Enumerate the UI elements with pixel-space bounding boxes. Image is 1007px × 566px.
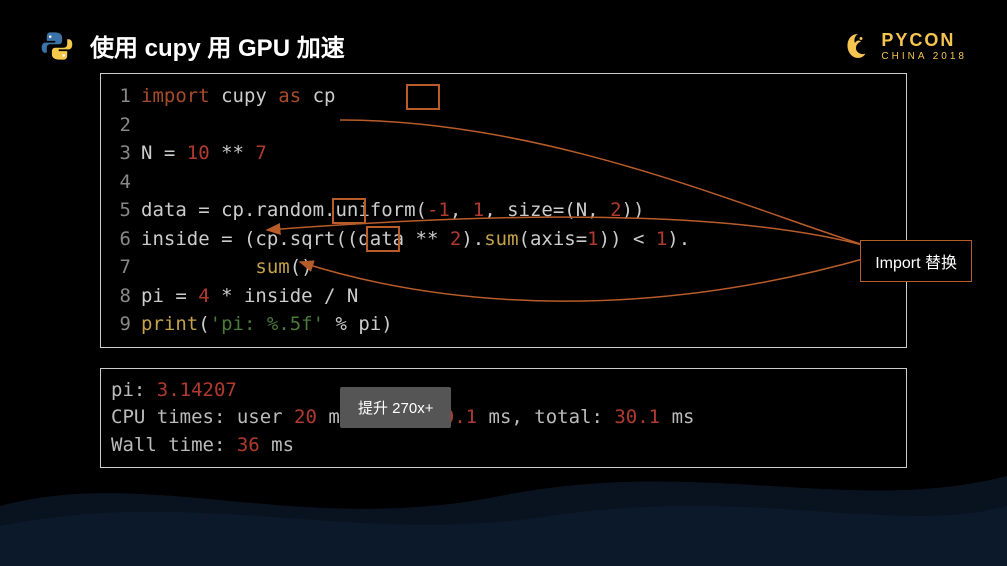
line-number: 9 xyxy=(111,310,131,339)
code-block: 1import cupy as cp 2 3N = 10 ** 7 4 5dat… xyxy=(100,73,907,348)
line-number: 5 xyxy=(111,196,131,225)
line-number: 8 xyxy=(111,282,131,311)
brand-logo: PYCON CHINA 2018 xyxy=(843,30,967,62)
line-number: 6 xyxy=(111,225,131,254)
dragon-icon xyxy=(843,31,873,61)
output-block: pi: 3.14207 CPU times: user 20 ms, sys: … xyxy=(100,368,907,469)
slide-header: 使用 cupy 用 GPU 加速 PYCON CHINA 2018 xyxy=(0,0,1007,73)
callout-speedup: 提升 270x+ xyxy=(340,387,451,428)
brand-sub-text: CHINA 2018 xyxy=(881,51,967,62)
annotation-import-replace: Import 替换 xyxy=(860,240,972,282)
line-number: 3 xyxy=(111,139,131,168)
python-logo-icon xyxy=(40,29,74,63)
slide-title: 使用 cupy 用 GPU 加速 xyxy=(90,28,345,63)
line-number: 1 xyxy=(111,82,131,111)
line-number: 2 xyxy=(111,111,131,140)
brand-main-text: PYCON xyxy=(881,30,967,51)
line-number: 7 xyxy=(111,253,131,282)
line-number: 4 xyxy=(111,168,131,197)
